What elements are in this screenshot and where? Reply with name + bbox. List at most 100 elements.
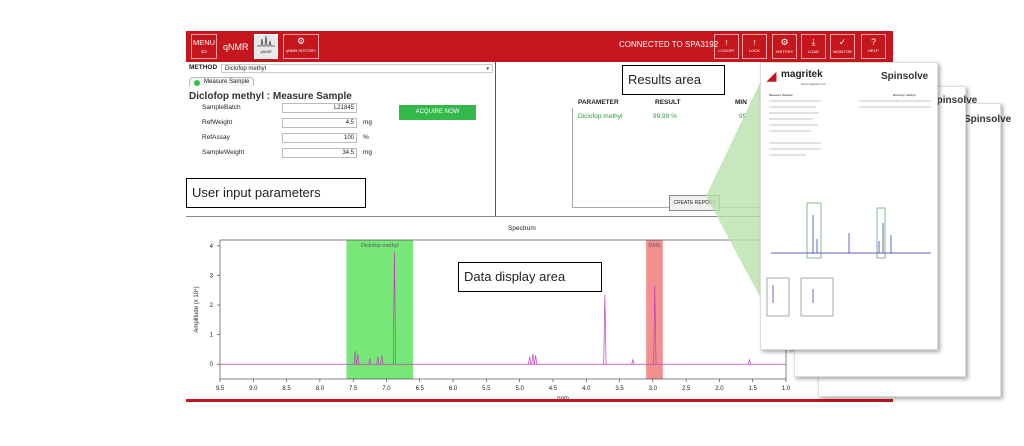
x-tick-label: 5.0 — [515, 386, 524, 392]
spectrum-peak — [528, 356, 532, 365]
results-header-parameter: PARAMETER — [578, 99, 619, 106]
y-tick-label: 3 — [210, 273, 214, 279]
x-tick-label: 3.5 — [615, 386, 624, 392]
field-input[interactable]: 34.5 — [282, 148, 357, 158]
qnmr-history-button[interactable]: ⚙ qNMR HISTORY — [283, 34, 319, 59]
spectrum-peak — [534, 355, 538, 365]
qnmr-spectrum-label: qNMR — [260, 49, 272, 54]
logoff-button[interactable]: ↑ LOGOFF — [714, 34, 739, 59]
lock-label: LOCK — [749, 48, 760, 53]
acquire-now-button[interactable]: ACQUIRE NOW — [399, 105, 476, 120]
menu-label: MENU — [192, 38, 216, 47]
field-unit: mg — [363, 119, 373, 126]
qnmr-spectrum-button[interactable]: qNMR — [254, 34, 278, 59]
question-icon: ? — [870, 37, 876, 47]
results-table — [572, 108, 762, 208]
method-value: Diclofop methyl — [225, 66, 267, 72]
results-header-min: MIN — [735, 99, 747, 106]
vertical-divider — [495, 62, 496, 216]
report-3-product: Spinsolve — [964, 114, 1012, 125]
field-input[interactable]: 4.5 — [282, 118, 357, 128]
x-tick-label: 4.5 — [549, 386, 558, 392]
field-label: SampleWeight — [202, 149, 245, 156]
x-tick-label: 9.0 — [249, 386, 258, 392]
tab-measure-sample[interactable]: Measure Sample — [189, 77, 254, 86]
x-tick-label: 2.5 — [682, 386, 691, 392]
method-label: METHOD — [189, 64, 218, 71]
field-label: SampleBatch — [202, 104, 241, 111]
callout-user-input: User input parameters — [186, 178, 366, 208]
field-unit: mg — [363, 149, 373, 156]
history-button[interactable]: ⚙ HISTORY — [772, 34, 797, 59]
tab-label: Measure Sample — [204, 79, 250, 85]
region-label: Diclofop methyl — [361, 243, 399, 249]
method-row: METHOD Diclofop methyl ▾ — [186, 64, 496, 74]
y-tick-label: 4 — [210, 244, 214, 250]
y-axis-label: Amplitude (x 10⁴) — [193, 286, 200, 332]
method-select[interactable]: Diclofop methyl ▾ — [221, 64, 493, 73]
x-tick-label: 8.0 — [316, 386, 325, 392]
lock-button[interactable]: ↑ LOCK — [742, 34, 767, 59]
result-value-cell: 99.99 % — [653, 113, 677, 120]
spectrum-peak — [531, 353, 535, 365]
callout-results: Results area — [622, 65, 725, 95]
x-tick-label: 1.5 — [749, 386, 758, 392]
monitor-button[interactable]: ✓ MONITOR — [830, 34, 855, 59]
result-parameter-cell: Diclofop methyl — [578, 113, 623, 120]
connection-status: CONNECTED TO SPA3192 — [619, 40, 719, 49]
field-label: RefAssay — [202, 134, 230, 141]
gears-icon: ⚙ — [780, 37, 789, 47]
up-arrow-icon: ↑ — [752, 37, 757, 47]
plot-frame — [219, 239, 787, 380]
help-button[interactable]: ? HELP — [861, 34, 886, 59]
x-tick-label: 2.0 — [715, 386, 724, 392]
spectrum-peaks-icon — [257, 35, 275, 47]
field-label: RefWeight — [202, 119, 233, 126]
spectrum-peak — [603, 294, 607, 365]
x-tick-label: 8.5 — [282, 386, 291, 392]
x-tick-label: 4.0 — [582, 386, 591, 392]
help-label: HELP — [868, 48, 879, 53]
spectrum-peak — [631, 358, 635, 365]
x-tick-label: 6.5 — [416, 386, 425, 392]
chevron-down-icon: ▾ — [486, 66, 489, 72]
y-tick-label: 1 — [210, 333, 214, 339]
status-dot-icon — [194, 79, 200, 86]
up-arrow-icon: ↑ — [724, 37, 729, 47]
qnmr-title: qNMR — [223, 42, 249, 52]
menu-button[interactable]: MENU ⇦ — [191, 34, 217, 59]
x-tick-label: 6.0 — [449, 386, 458, 392]
report-content-graphics — [766, 100, 931, 317]
qnmr-history-label: qNMR HISTORY — [285, 48, 317, 53]
create-report-button[interactable]: CREATE REPORT — [669, 195, 720, 211]
x-tick-label: 7.5 — [349, 386, 358, 392]
region-label: DMS — [648, 243, 661, 249]
field-unit: % — [363, 134, 369, 141]
checkmark-icon: ✓ — [838, 37, 847, 47]
x-tick-label: 3.0 — [649, 386, 658, 392]
monitor-label: MONITOR — [833, 49, 852, 54]
top-toolbar: MENU ⇦ qNMR qNMR ⚙ qNMR HISTORY CONNECTE… — [186, 31, 893, 62]
results-header-result: RESULT — [655, 99, 681, 106]
horizontal-divider — [186, 216, 776, 217]
download-icon: ⤓ — [811, 37, 816, 47]
history-label: HISTORY — [775, 49, 794, 54]
gears-icon: ⚙ — [296, 36, 306, 46]
menu-arrow-icon: ⇦ — [200, 47, 208, 56]
field-input[interactable]: 100 — [282, 133, 357, 143]
integration-region — [346, 240, 414, 379]
x-tick-label: 1.0 — [782, 386, 791, 392]
load-button[interactable]: ⤓ LOAD — [801, 34, 826, 59]
bottom-accent-line — [186, 399, 893, 402]
field-input[interactable]: L21845 — [282, 103, 357, 113]
result-min-cell: 99 — [739, 113, 747, 120]
x-tick-label: 9.5 — [216, 386, 225, 392]
callout-data-display: Data display area — [458, 262, 602, 292]
spectrum-peak — [747, 358, 751, 365]
logoff-label: LOGOFF — [718, 48, 735, 53]
load-label: LOAD — [808, 49, 819, 54]
x-tick-label: 7.0 — [382, 386, 391, 392]
form-title: Diclofop methyl : Measure Sample — [189, 91, 352, 102]
x-tick-label: 5.5 — [482, 386, 491, 392]
y-tick-label: 0 — [210, 362, 214, 368]
